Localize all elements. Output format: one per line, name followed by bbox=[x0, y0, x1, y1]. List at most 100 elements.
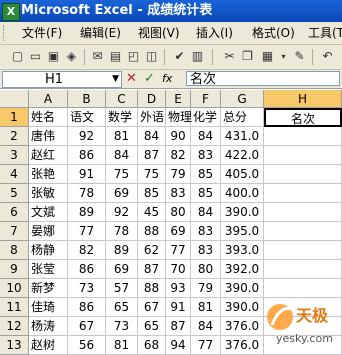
copy-icon[interactable]: ❐ bbox=[240, 49, 255, 64]
table-cell[interactable]: 78 bbox=[106, 222, 138, 241]
table-cell[interactable]: 77 bbox=[68, 222, 106, 241]
table-cell[interactable]: 总分 bbox=[221, 108, 264, 127]
table-cell[interactable]: 杨静 bbox=[29, 241, 68, 260]
column-header-a[interactable]: A bbox=[29, 90, 68, 108]
menu-file[interactable]: 文件(F) bbox=[20, 22, 64, 44]
table-cell[interactable]: 85 bbox=[191, 165, 221, 184]
table-cell[interactable]: 84 bbox=[191, 317, 221, 336]
table-cell[interactable]: 393.0 bbox=[221, 241, 264, 260]
select-all-corner[interactable] bbox=[0, 90, 29, 108]
menu-grip[interactable] bbox=[3, 25, 7, 41]
table-cell[interactable]: 赵树 bbox=[29, 336, 68, 355]
table-cell[interactable]: 83 bbox=[191, 222, 221, 241]
menu-tools[interactable]: 工具(T) bbox=[306, 22, 342, 44]
table-cell[interactable]: 84 bbox=[138, 127, 166, 146]
email-icon[interactable]: ✉ bbox=[90, 49, 105, 64]
chevron-down-icon[interactable]: ▼ bbox=[112, 72, 119, 87]
table-cell[interactable]: 81 bbox=[106, 336, 138, 355]
table-cell[interactable]: 73 bbox=[106, 317, 138, 336]
table-cell[interactable]: 化学 bbox=[191, 108, 221, 127]
table-cell[interactable]: 78 bbox=[68, 184, 106, 203]
table-cell[interactable]: 77 bbox=[191, 336, 221, 355]
column-header-d[interactable]: D bbox=[138, 90, 166, 108]
row-header[interactable]: 4 bbox=[0, 165, 29, 184]
row-header[interactable]: 9 bbox=[0, 260, 29, 279]
active-cell[interactable]: 名次 bbox=[264, 108, 342, 127]
column-header-f[interactable]: F bbox=[191, 90, 221, 108]
enter-icon[interactable]: ✓ bbox=[144, 71, 155, 87]
table-cell[interactable]: 佳琦 bbox=[29, 298, 68, 317]
research-book-icon[interactable]: ▥ bbox=[190, 49, 205, 64]
table-cell[interactable]: 70 bbox=[166, 260, 191, 279]
table-cell[interactable]: 45 bbox=[138, 203, 166, 222]
row-header[interactable]: 5 bbox=[0, 184, 29, 203]
table-cell[interactable]: 83 bbox=[191, 146, 221, 165]
column-header-b[interactable]: B bbox=[68, 90, 106, 108]
table-cell[interactable]: 89 bbox=[106, 241, 138, 260]
row-header[interactable]: 7 bbox=[0, 222, 29, 241]
menu-format[interactable]: 格式(O) bbox=[250, 22, 297, 44]
table-cell[interactable]: 86 bbox=[68, 260, 106, 279]
table-cell[interactable]: 91 bbox=[166, 298, 191, 317]
table-cell[interactable]: 赵红 bbox=[29, 146, 68, 165]
table-cell[interactable]: 93 bbox=[166, 279, 191, 298]
paste-icon[interactable]: ▦ bbox=[260, 49, 275, 64]
excel-app-icon[interactable]: X bbox=[2, 3, 20, 21]
table-cell[interactable]: 392.0 bbox=[221, 260, 264, 279]
table-cell[interactable]: 79 bbox=[166, 165, 191, 184]
table-cell[interactable]: 69 bbox=[166, 222, 191, 241]
table-cell[interactable]: 数学 bbox=[106, 108, 138, 127]
table-cell[interactable]: 84 bbox=[191, 127, 221, 146]
table-cell[interactable]: 文斌 bbox=[29, 203, 68, 222]
table-cell[interactable]: 81 bbox=[106, 127, 138, 146]
table-cell[interactable] bbox=[264, 184, 342, 203]
row-header[interactable]: 3 bbox=[0, 146, 29, 165]
insert-function-icon[interactable]: fx bbox=[162, 71, 172, 87]
table-cell[interactable]: 85 bbox=[138, 184, 166, 203]
table-cell[interactable]: 张敏 bbox=[29, 184, 68, 203]
table-cell[interactable]: 94 bbox=[166, 336, 191, 355]
table-cell[interactable]: 88 bbox=[138, 279, 166, 298]
table-cell[interactable]: 65 bbox=[138, 317, 166, 336]
table-cell[interactable]: 82 bbox=[166, 146, 191, 165]
table-cell[interactable]: 86 bbox=[68, 298, 106, 317]
table-cell[interactable]: 92 bbox=[68, 127, 106, 146]
cut-icon[interactable]: ✂ bbox=[222, 49, 237, 64]
table-cell[interactable]: 新梦 bbox=[29, 279, 68, 298]
table-cell[interactable]: 85 bbox=[191, 184, 221, 203]
table-cell[interactable]: 87 bbox=[138, 146, 166, 165]
menu-insert[interactable]: 插入(I) bbox=[194, 22, 235, 44]
column-header-g[interactable]: G bbox=[221, 90, 264, 108]
table-cell[interactable]: 395.0 bbox=[221, 222, 264, 241]
table-cell[interactable]: 姓名 bbox=[29, 108, 68, 127]
table-cell[interactable]: 69 bbox=[106, 260, 138, 279]
table-cell[interactable]: 89 bbox=[68, 203, 106, 222]
row-header[interactable]: 2 bbox=[0, 127, 29, 146]
menu-view[interactable]: 视图(V) bbox=[136, 22, 182, 44]
table-cell[interactable]: 80 bbox=[191, 260, 221, 279]
row-header[interactable]: 13 bbox=[0, 336, 29, 355]
table-cell[interactable]: 晏娜 bbox=[29, 222, 68, 241]
row-header[interactable]: 1 bbox=[0, 108, 29, 127]
table-cell[interactable]: 82 bbox=[68, 241, 106, 260]
format-painter-icon[interactable]: ✎ bbox=[292, 49, 307, 64]
table-cell[interactable]: 77 bbox=[166, 241, 191, 260]
table-cell[interactable]: 79 bbox=[191, 279, 221, 298]
table-cell[interactable]: 杨涛 bbox=[29, 317, 68, 336]
table-cell[interactable]: 62 bbox=[138, 241, 166, 260]
table-cell[interactable]: 73 bbox=[68, 279, 106, 298]
table-cell[interactable] bbox=[264, 241, 342, 260]
row-header[interactable]: 10 bbox=[0, 279, 29, 298]
new-icon[interactable]: ▢ bbox=[10, 49, 25, 64]
row-header[interactable]: 6 bbox=[0, 203, 29, 222]
row-header[interactable]: 11 bbox=[0, 298, 29, 317]
table-cell[interactable]: 外语 bbox=[138, 108, 166, 127]
table-cell[interactable]: 语文 bbox=[68, 108, 106, 127]
column-header-c[interactable]: C bbox=[106, 90, 138, 108]
table-cell[interactable]: 86 bbox=[68, 146, 106, 165]
table-cell[interactable]: 84 bbox=[106, 146, 138, 165]
table-cell[interactable]: 84 bbox=[191, 203, 221, 222]
spelling-icon[interactable]: ✔ bbox=[172, 49, 187, 64]
table-cell[interactable]: 431.0 bbox=[221, 127, 264, 146]
table-cell[interactable]: 405.0 bbox=[221, 165, 264, 184]
